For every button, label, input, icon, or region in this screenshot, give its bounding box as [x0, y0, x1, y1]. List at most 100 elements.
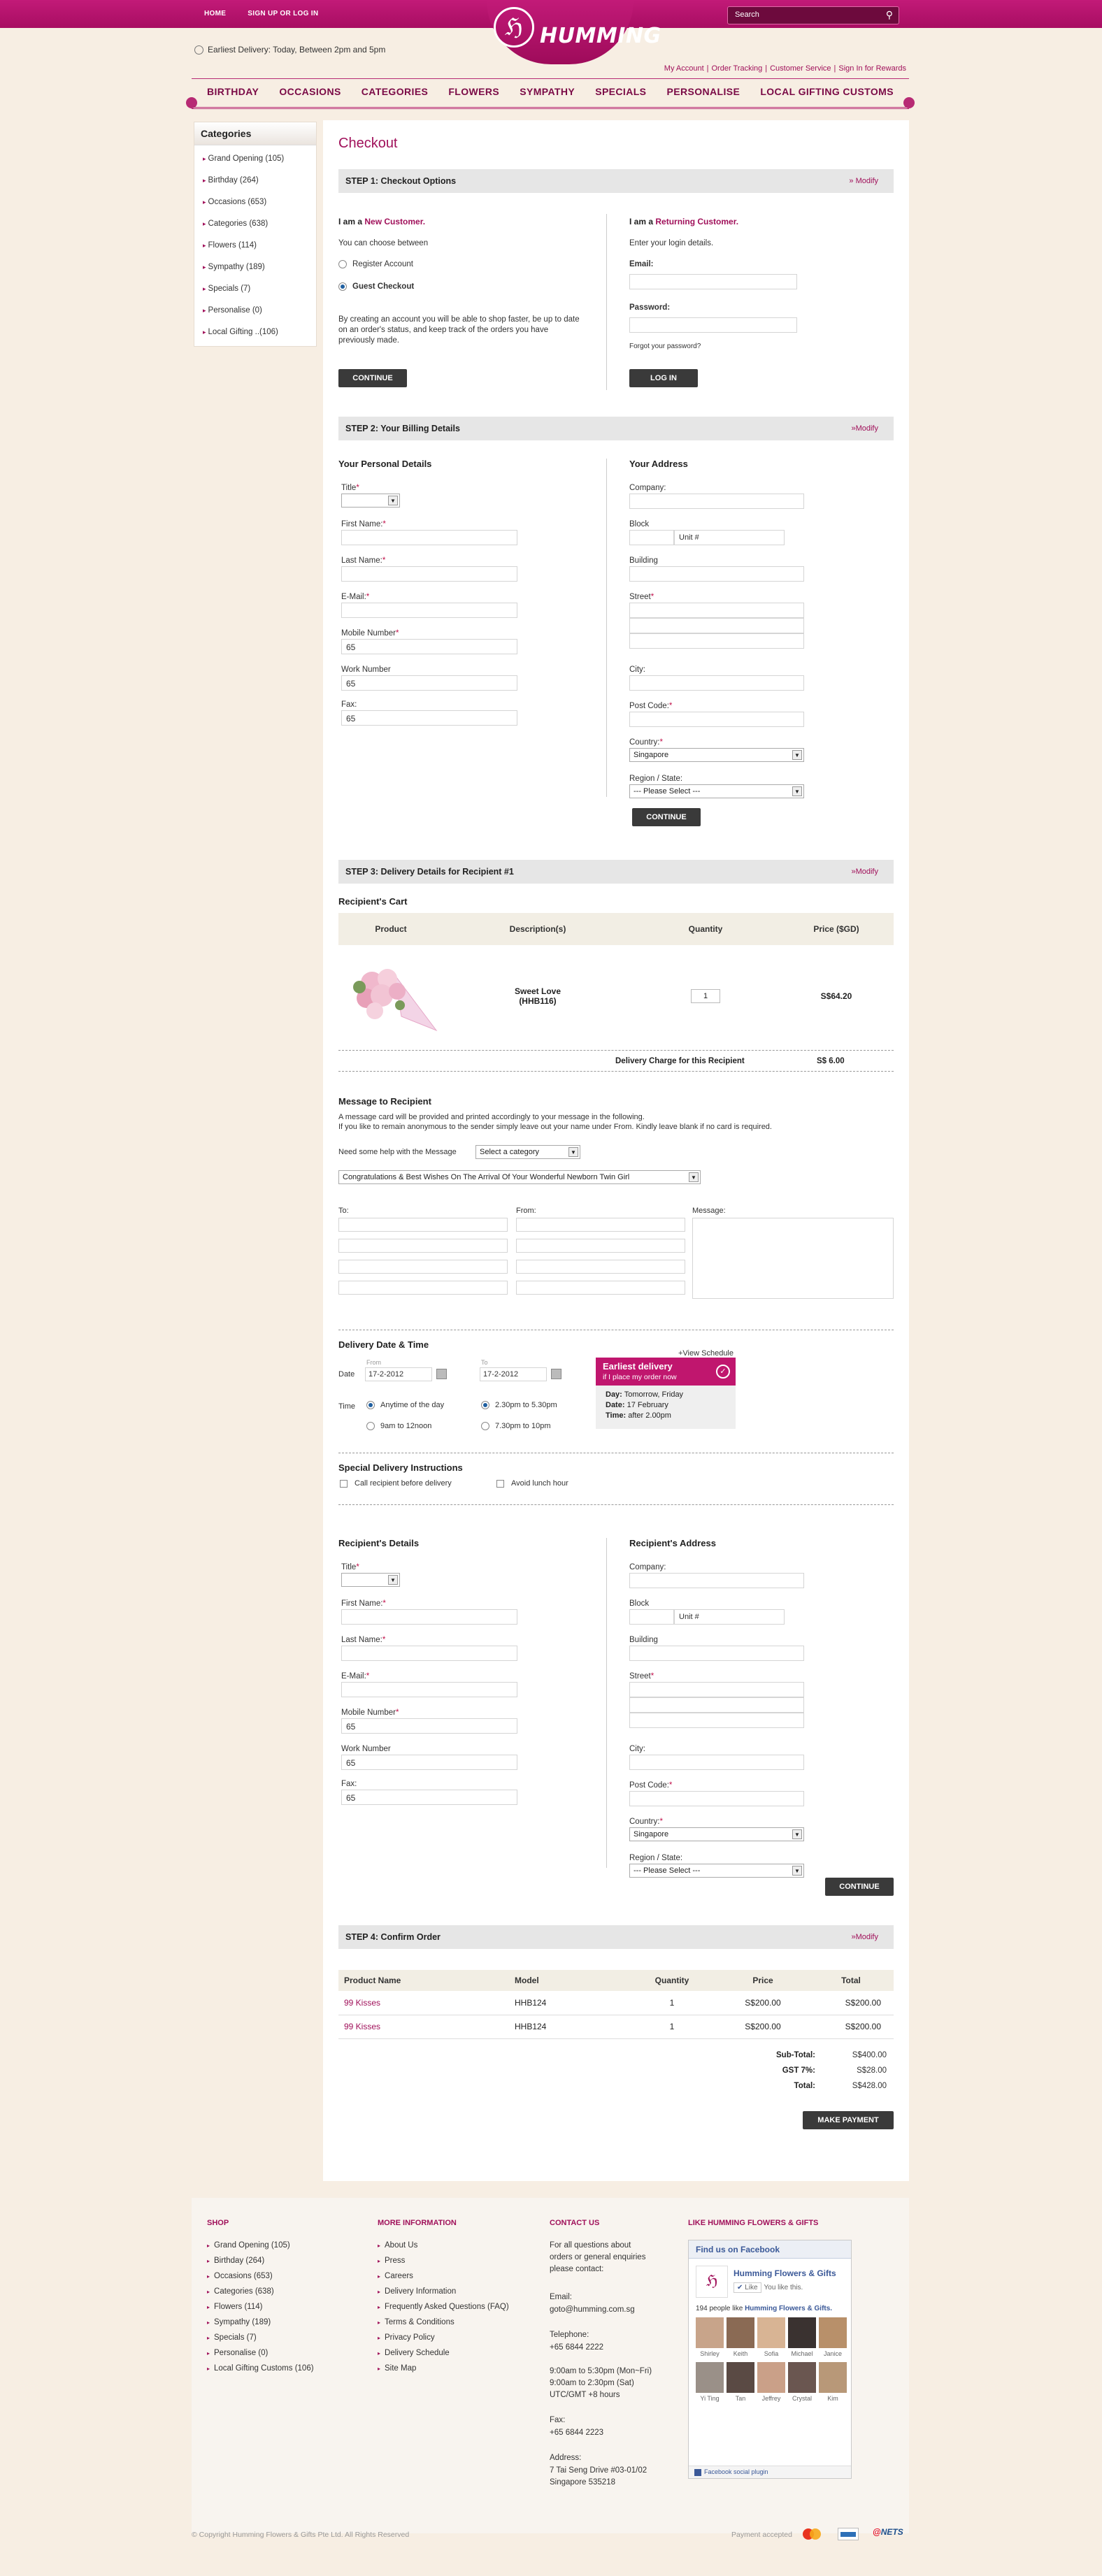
time-anytime-radio[interactable]: Anytime of the day: [366, 1401, 444, 1410]
footer-shop-link[interactable]: Personalise (0): [207, 2349, 314, 2364]
guest-radio-icon[interactable]: [338, 282, 347, 291]
login-button[interactable]: LOG IN: [629, 369, 698, 387]
sidebar-item[interactable]: Local Gifting ..(106): [194, 322, 316, 343]
register-radio[interactable]: Register Account: [338, 260, 413, 268]
footer-info-link[interactable]: Privacy Policy: [378, 2333, 509, 2349]
calendar-icon[interactable]: [551, 1369, 561, 1379]
from-field-4[interactable]: [516, 1281, 685, 1295]
fb-face[interactable]: Kim: [817, 2362, 848, 2407]
quantity-field[interactable]: 1: [691, 989, 720, 1003]
street-field-3[interactable]: [629, 633, 804, 649]
footer-info-link[interactable]: About Us: [378, 2241, 509, 2257]
region-select[interactable]: --- Please Select --- ▼: [629, 784, 804, 798]
register-radio-icon[interactable]: [338, 260, 347, 268]
signup-link[interactable]: SIGN UP OR LOG IN: [248, 10, 318, 17]
recipient-email-field[interactable]: [341, 1682, 517, 1697]
to-field-2[interactable]: [338, 1239, 508, 1253]
fb-like-button[interactable]: ✔ Like: [734, 2282, 761, 2293]
recipient-work-field[interactable]: 65: [341, 1755, 517, 1770]
rewards-link[interactable]: Sign In for Rewards: [838, 64, 906, 73]
to-field-3[interactable]: [338, 1260, 508, 1274]
recipient-unit-field[interactable]: Unit #: [674, 1609, 785, 1625]
last-name-field[interactable]: [341, 566, 517, 582]
street-field-2[interactable]: [629, 618, 804, 633]
city-field[interactable]: [629, 675, 804, 691]
work-number-field[interactable]: 65: [341, 675, 517, 691]
sidebar-item[interactable]: Categories (638): [194, 213, 316, 235]
sidebar-item[interactable]: Specials (7): [194, 278, 316, 300]
step3-modify-link[interactable]: »Modify: [851, 868, 878, 876]
sidebar-item[interactable]: Grand Opening (105): [194, 148, 316, 170]
step3-continue-button[interactable]: CONTINUE: [825, 1878, 894, 1896]
make-payment-button[interactable]: MAKE PAYMENT: [803, 2111, 894, 2129]
footer-info-link[interactable]: Terms & Conditions: [378, 2318, 509, 2333]
sidebar-item[interactable]: Birthday (264): [194, 170, 316, 192]
building-field[interactable]: [629, 566, 804, 582]
recipient-last-name-field[interactable]: [341, 1646, 517, 1661]
home-link[interactable]: HOME: [204, 10, 226, 17]
company-field[interactable]: [629, 494, 804, 509]
fb-face[interactable]: Jeffrey: [756, 2362, 787, 2407]
step1-continue-button[interactable]: CONTINUE: [338, 369, 407, 387]
footer-shop-link[interactable]: Birthday (264): [207, 2257, 314, 2272]
date-from-field[interactable]: 17-2-2012: [365, 1367, 432, 1381]
recipient-mobile-field[interactable]: 65: [341, 1718, 517, 1734]
time-230-radio[interactable]: 2.30pm to 5.30pm: [481, 1401, 557, 1410]
nav-birthday[interactable]: BIRTHDAY: [207, 86, 259, 97]
message-textarea[interactable]: [692, 1218, 894, 1299]
footer-shop-link[interactable]: Occasions (653): [207, 2272, 314, 2287]
footer-info-link[interactable]: Site Map: [378, 2364, 509, 2380]
contact-email-link[interactable]: goto@humming.com.sg: [550, 2304, 635, 2316]
footer-shop-link[interactable]: Flowers (114): [207, 2303, 314, 2318]
nav-flowers[interactable]: FLOWERS: [448, 86, 499, 97]
sidebar-item[interactable]: Personalise (0): [194, 300, 316, 322]
footer-info-link[interactable]: Press: [378, 2257, 509, 2272]
recipient-building-field[interactable]: [629, 1646, 804, 1661]
from-field-2[interactable]: [516, 1239, 685, 1253]
recipient-company-field[interactable]: [629, 1573, 804, 1588]
footer-shop-link[interactable]: Specials (7): [207, 2333, 314, 2349]
message-category-select[interactable]: Select a category ▼: [475, 1145, 580, 1159]
footer-info-link[interactable]: Delivery Schedule: [378, 2349, 509, 2364]
footer-shop-link[interactable]: Sympathy (189): [207, 2318, 314, 2333]
radio-icon[interactable]: [366, 1422, 375, 1431]
customer-service-link[interactable]: Customer Service: [770, 64, 831, 73]
step4-modify-link[interactable]: »Modify: [851, 1933, 878, 1941]
recipient-post-code-field[interactable]: [629, 1791, 804, 1806]
mobile-field[interactable]: 65: [341, 639, 517, 654]
nav-local-gifting[interactable]: LOCAL GIFTING CUSTOMS: [760, 86, 894, 97]
recipient-first-name-field[interactable]: [341, 1609, 517, 1625]
footer-shop-link[interactable]: Grand Opening (105): [207, 2241, 314, 2257]
login-password-field[interactable]: [629, 317, 797, 333]
footer-shop-link[interactable]: Local Gifting Customs (106): [207, 2364, 314, 2380]
recipient-title-select[interactable]: ▼: [341, 1573, 400, 1587]
my-account-link[interactable]: My Account: [664, 64, 704, 73]
sidebar-item[interactable]: Occasions (653): [194, 192, 316, 213]
radio-icon[interactable]: [366, 1401, 375, 1410]
fb-page-name[interactable]: Humming Flowers & Gifts: [734, 2268, 836, 2278]
fb-face[interactable]: Shirley: [694, 2317, 725, 2362]
checkbox-icon[interactable]: [340, 1479, 348, 1488]
time-730-radio[interactable]: 7.30pm to 10pm: [481, 1422, 551, 1431]
search-input[interactable]: Search: [735, 10, 759, 19]
step2-modify-link[interactable]: »Modify: [851, 424, 878, 433]
recipient-city-field[interactable]: [629, 1755, 804, 1770]
call-recipient-checkbox[interactable]: Call recipient before delivery: [340, 1479, 452, 1488]
fb-face[interactable]: Crystal: [787, 2362, 817, 2407]
recipient-street-field-3[interactable]: [629, 1713, 804, 1728]
sidebar-item[interactable]: Sympathy (189): [194, 257, 316, 278]
search-icon[interactable]: ⚲: [886, 9, 893, 21]
nav-categories[interactable]: CATEGORIES: [362, 86, 429, 97]
footer-info-link[interactable]: Delivery Information: [378, 2287, 509, 2303]
radio-icon[interactable]: [481, 1401, 489, 1410]
fb-face[interactable]: Michael: [787, 2317, 817, 2362]
calendar-icon[interactable]: [436, 1369, 447, 1379]
forgot-password-link[interactable]: Forgot your password?: [629, 343, 701, 350]
nav-personalise[interactable]: PERSONALISE: [666, 86, 740, 97]
order-tracking-link[interactable]: Order Tracking: [712, 64, 763, 73]
step2-continue-button[interactable]: CONTINUE: [632, 808, 701, 826]
email-field[interactable]: [341, 603, 517, 618]
post-code-field[interactable]: [629, 712, 804, 727]
from-field-3[interactable]: [516, 1260, 685, 1274]
logo[interactable]: ℌ HUMMING: [487, 0, 661, 64]
